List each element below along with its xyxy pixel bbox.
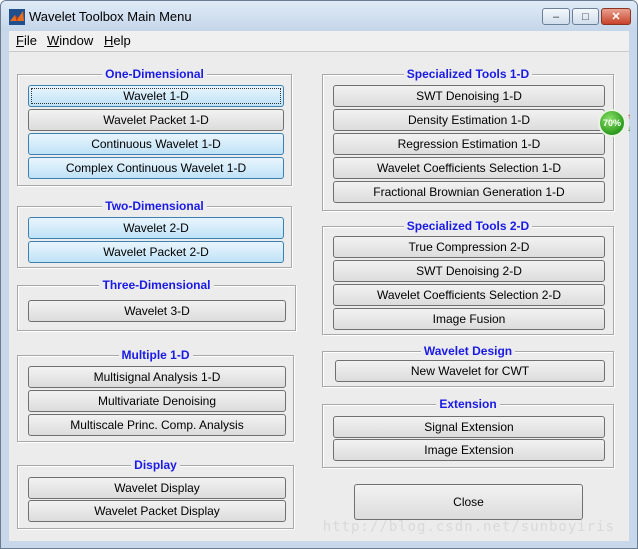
progress-percent: 70% xyxy=(598,109,626,137)
swt-denoising-2d-button[interactable]: SWT Denoising 2-D xyxy=(333,260,605,282)
panel-title-multiple-1d: Multiple 1-D xyxy=(118,348,193,362)
watermark-text: http://blog.csdn.net/sunboyiris xyxy=(322,519,615,535)
panel-title-three-dimensional: Three-Dimensional xyxy=(99,278,214,292)
multiscale-pca-button[interactable]: Multiscale Princ. Comp. Analysis xyxy=(28,414,286,436)
close-button[interactable]: Close xyxy=(354,484,583,520)
panel-display: Display Wavelet Display Wavelet Packet D… xyxy=(17,458,294,529)
swt-denoising-1d-button[interactable]: SWT Denoising 1-D xyxy=(333,85,605,107)
panel-title-specialized-tools-2d: Specialized Tools 2-D xyxy=(403,219,533,233)
wavelet-packet-2d-button[interactable]: Wavelet Packet 2-D xyxy=(28,241,284,263)
image-fusion-button[interactable]: Image Fusion xyxy=(333,308,605,330)
panel-title-wavelet-design: Wavelet Design xyxy=(420,344,516,358)
panel-specialized-tools-1d: Specialized Tools 1-D SWT Denoising 1-D … xyxy=(322,67,614,211)
panel-three-dimensional: Three-Dimensional Wavelet 3-D xyxy=(17,278,296,331)
download-arrow-icon: ↓ xyxy=(627,124,631,133)
panel-multiple-1d: Multiple 1-D Multisignal Analysis 1-D Mu… xyxy=(17,348,294,442)
wavelet-packet-1d-button[interactable]: Wavelet Packet 1-D xyxy=(28,109,284,131)
wavelet-coefficients-selection-1d-button[interactable]: Wavelet Coefficients Selection 1-D xyxy=(333,157,605,179)
wavelet-1d-button[interactable]: Wavelet 1-D xyxy=(28,85,284,107)
close-window-button[interactable]: ✕ xyxy=(601,8,631,25)
wavelet-3d-button[interactable]: Wavelet 3-D xyxy=(28,300,286,322)
panel-two-dimensional: Two-Dimensional Wavelet 2-D Wavelet Pack… xyxy=(17,199,292,268)
regression-estimation-1d-button[interactable]: Regression Estimation 1-D xyxy=(333,133,605,155)
progress-badge[interactable]: 70% ↑ ↓ xyxy=(598,109,636,137)
minimize-icon: – xyxy=(552,10,560,23)
maximize-icon: □ xyxy=(582,10,589,23)
panel-title-display: Display xyxy=(131,458,180,472)
complex-continuous-wavelet-1d-button[interactable]: Complex Continuous Wavelet 1-D xyxy=(28,157,284,179)
menu-file[interactable]: File xyxy=(16,33,37,48)
wavelet-display-button[interactable]: Wavelet Display xyxy=(28,477,286,499)
wavelet-2d-button[interactable]: Wavelet 2-D xyxy=(28,217,284,239)
maximize-button[interactable]: □ xyxy=(572,8,599,25)
matlab-logo-icon xyxy=(9,9,25,25)
panel-title-specialized-tools-1d: Specialized Tools 1-D xyxy=(403,67,533,81)
multisignal-analysis-1d-button[interactable]: Multisignal Analysis 1-D xyxy=(28,366,286,388)
panel-title-one-dimensional: One-Dimensional xyxy=(102,67,207,81)
panel-one-dimensional: One-Dimensional Wavelet 1-D Wavelet Pack… xyxy=(17,67,292,186)
new-wavelet-for-cwt-button[interactable]: New Wavelet for CWT xyxy=(335,360,605,382)
image-extension-button[interactable]: Image Extension xyxy=(333,439,605,461)
window-title: Wavelet Toolbox Main Menu xyxy=(29,9,192,24)
minimize-button[interactable]: – xyxy=(542,8,570,25)
panel-specialized-tools-2d: Specialized Tools 2-D True Compression 2… xyxy=(322,219,614,335)
wavelet-coefficients-selection-2d-button[interactable]: Wavelet Coefficients Selection 2-D xyxy=(333,284,605,306)
title-bar[interactable]: Wavelet Toolbox Main Menu – □ ✕ xyxy=(1,1,637,31)
density-estimation-1d-button[interactable]: Density Estimation 1-D xyxy=(333,109,605,131)
panel-wavelet-design: Wavelet Design New Wavelet for CWT xyxy=(322,344,614,387)
multivariate-denoising-button[interactable]: Multivariate Denoising xyxy=(28,390,286,412)
close-icon: ✕ xyxy=(611,11,621,23)
menu-help[interactable]: Help xyxy=(104,33,131,48)
upload-arrow-icon: ↑ xyxy=(627,112,631,121)
main-window: Wavelet Toolbox Main Menu – □ ✕ File Win… xyxy=(0,0,638,549)
panel-title-extension: Extension xyxy=(436,397,500,411)
menu-window[interactable]: Window xyxy=(47,33,93,48)
panel-extension: Extension Signal Extension Image Extensi… xyxy=(322,397,614,468)
true-compression-2d-button[interactable]: True Compression 2-D xyxy=(333,236,605,258)
fractional-brownian-generation-1d-button[interactable]: Fractional Brownian Generation 1-D xyxy=(333,181,605,203)
panel-title-two-dimensional: Two-Dimensional xyxy=(102,199,207,213)
continuous-wavelet-1d-button[interactable]: Continuous Wavelet 1-D xyxy=(28,133,284,155)
menu-bar: File Window Help xyxy=(9,31,629,51)
main-content: One-Dimensional Wavelet 1-D Wavelet Pack… xyxy=(9,51,629,541)
wavelet-packet-display-button[interactable]: Wavelet Packet Display xyxy=(28,500,286,522)
signal-extension-button[interactable]: Signal Extension xyxy=(333,416,605,438)
